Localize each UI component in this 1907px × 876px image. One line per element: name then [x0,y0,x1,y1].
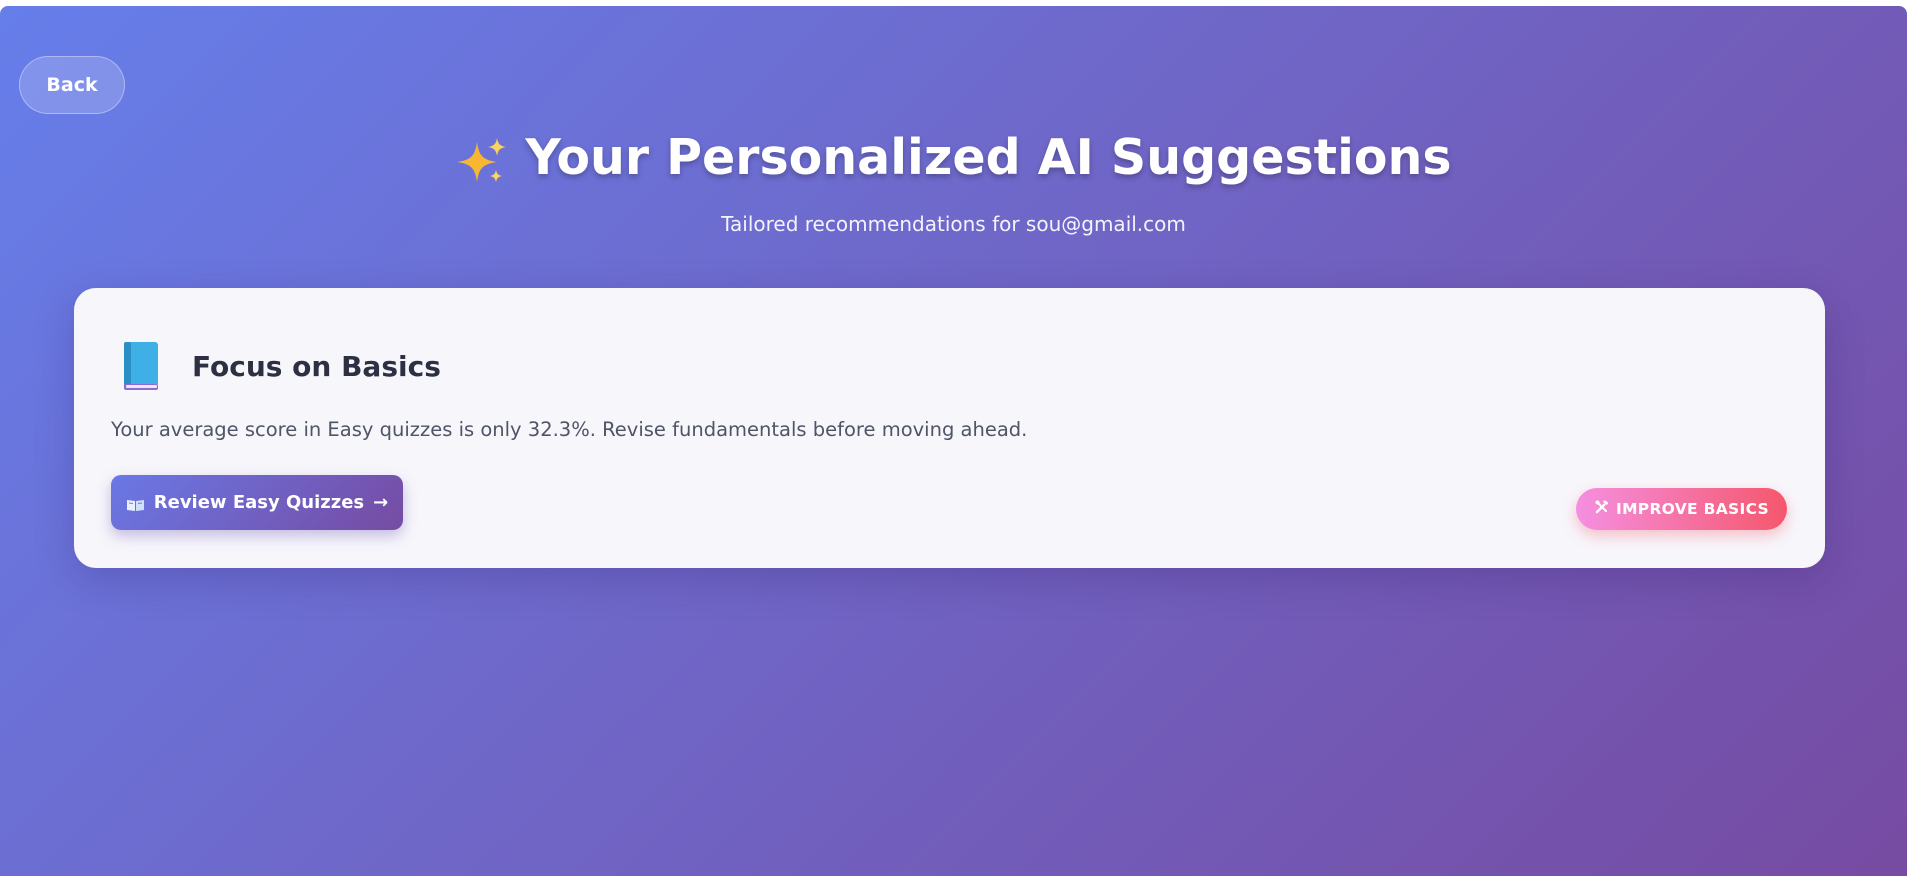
arrow-right-icon: → [373,492,389,513]
improve-basics-label: IMPROVE BASICS [1616,500,1769,518]
page-background: Back Your Personalized AI Suggestions Ta… [0,6,1907,876]
page-title-text: Your Personalized AI Suggestions [525,129,1452,186]
sparkles-icon [455,132,507,184]
review-button-label: Review Easy Quizzes [153,492,365,513]
improve-basics-badge[interactable]: IMPROVE BASICS [1576,488,1787,530]
suggestion-card: Focus on Basics Your average score in Ea… [74,288,1825,568]
review-easy-quizzes-button[interactable]: Review Easy Quizzes → [111,475,403,530]
blue-book-icon [120,340,162,392]
suggestion-description: Your average score in Easy quizzes is on… [111,418,1028,441]
suggestion-card-header: Focus on Basics [120,340,441,392]
tools-icon [1594,499,1610,519]
page-header: Your Personalized AI Suggestions Tailore… [0,118,1907,236]
back-button[interactable]: Back [19,56,125,114]
page-title: Your Personalized AI Suggestions [455,118,1452,198]
open-book-icon [126,496,145,511]
back-button-label: Back [46,74,98,96]
suggestion-title: Focus on Basics [192,349,441,383]
page-subtitle: Tailored recommendations for sou@gmail.c… [721,212,1186,236]
